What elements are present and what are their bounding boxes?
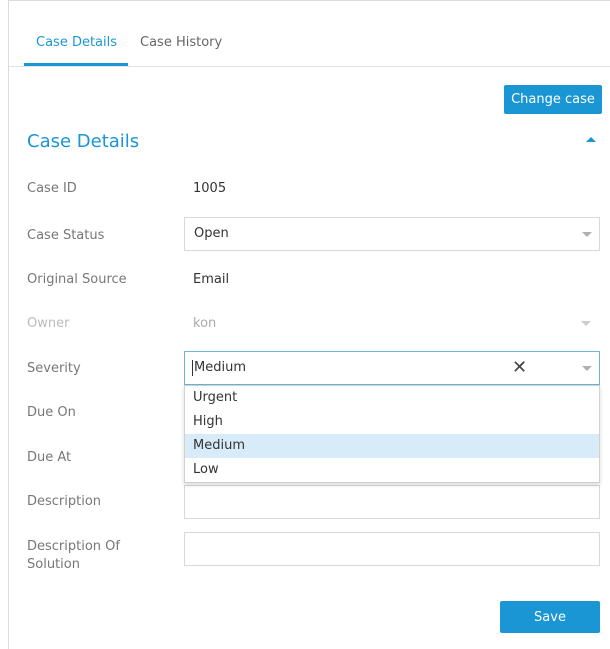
severity-option-high[interactable]: High xyxy=(185,410,599,434)
severity-dropdown: Urgent High Medium Low xyxy=(184,385,600,483)
tab-case-details[interactable]: Case Details xyxy=(36,35,117,50)
active-tab-indicator xyxy=(24,63,128,66)
description-of-solution-label-line2: Solution xyxy=(27,557,80,572)
change-case-button[interactable]: Change case xyxy=(504,85,602,114)
description-of-solution-label: Description Of Solution xyxy=(27,538,120,574)
case-panel: Case Details Case History Change case Ca… xyxy=(8,0,610,649)
section-title: Case Details xyxy=(27,131,140,152)
original-source-label: Original Source xyxy=(27,272,127,287)
save-button[interactable]: Save xyxy=(500,601,600,633)
severity-select[interactable]: Medium ✕ xyxy=(184,351,600,385)
case-id-label: Case ID xyxy=(27,181,77,196)
collapse-icon[interactable] xyxy=(586,137,596,142)
original-source-value: Email xyxy=(193,272,230,287)
tab-bar: Case Details Case History xyxy=(9,1,610,67)
description-of-solution-label-line1: Description Of xyxy=(27,539,120,554)
owner-label: Owner xyxy=(27,316,70,331)
description-field[interactable] xyxy=(184,485,600,519)
severity-value: Medium xyxy=(194,360,246,375)
due-on-label: Due On xyxy=(27,405,76,420)
case-status-value: Open xyxy=(194,226,229,241)
case-status-label: Case Status xyxy=(27,228,105,243)
case-status-select[interactable]: Open xyxy=(184,217,600,251)
severity-option-low[interactable]: Low xyxy=(185,458,599,482)
tab-case-history[interactable]: Case History xyxy=(140,35,222,50)
description-label: Description xyxy=(27,494,102,509)
severity-option-medium[interactable]: Medium xyxy=(185,434,599,458)
description-of-solution-field[interactable] xyxy=(184,532,600,566)
owner-value: kon xyxy=(193,316,217,331)
text-cursor xyxy=(192,360,193,376)
chevron-down-icon[interactable] xyxy=(582,366,592,371)
case-id-value: 1005 xyxy=(193,181,227,196)
chevron-down-icon xyxy=(581,321,591,326)
chevron-down-icon[interactable] xyxy=(582,232,592,237)
clear-icon[interactable]: ✕ xyxy=(512,358,527,378)
due-at-label: Due At xyxy=(27,450,72,465)
severity-label: Severity xyxy=(27,361,81,376)
severity-option-urgent[interactable]: Urgent xyxy=(185,386,599,410)
